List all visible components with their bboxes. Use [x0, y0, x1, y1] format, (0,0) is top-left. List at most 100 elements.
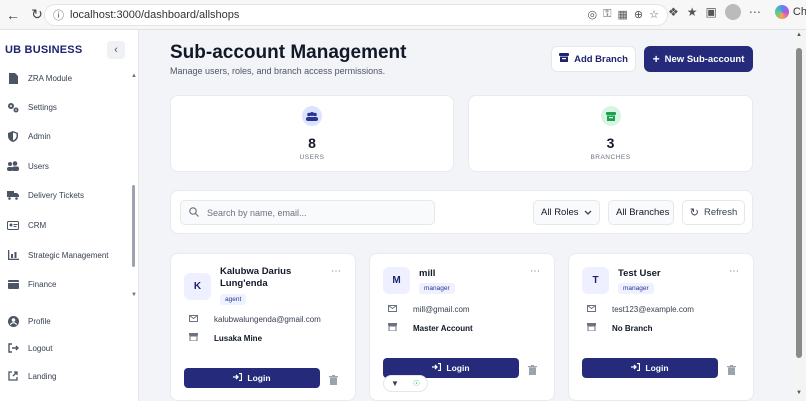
back-icon[interactable]: ← [2, 4, 24, 26]
key-icon[interactable]: ⚿ [603, 8, 611, 21]
browser-toolbar: ← ↻ ⓘ localhost:3000/dashboard/allshops … [0, 0, 806, 30]
sidebar-scrollbar[interactable] [132, 185, 135, 267]
delete-icon[interactable] [329, 372, 338, 390]
sidebar-scroll-up-icon[interactable]: ▲ [131, 73, 137, 79]
sidebar-item-zra-module[interactable]: ZRA Module [0, 68, 130, 88]
branch-row: Master Account [388, 323, 473, 333]
sidebar-item-finance[interactable]: Finance [0, 274, 130, 294]
delete-icon[interactable] [528, 362, 537, 380]
collections-icon[interactable]: ▣ [706, 5, 717, 19]
sidebar: UB BUSINESS ‹ ZRA Module Settings Admin … [0, 30, 139, 401]
page-scrollbar[interactable]: ▲ ▼ [793, 30, 806, 401]
sidebar-item-label: Profile [28, 316, 51, 326]
sidebar-item-label: Strategic Management [28, 250, 109, 260]
sidebar-item-label: Finance [28, 279, 57, 289]
status-icon[interactable]: ☉ [413, 379, 420, 388]
sidebar-item-users[interactable]: Users [0, 156, 130, 176]
favorites-icon[interactable]: ★ [687, 5, 698, 19]
users-icon [7, 160, 19, 172]
users-stat-card: 8 USERS [170, 95, 454, 172]
store-icon [388, 323, 398, 333]
more-options-icon[interactable]: ⋯ [530, 266, 541, 277]
chat-button[interactable]: Chat [774, 5, 806, 19]
chat-label: Chat [792, 6, 806, 18]
external-link-icon [7, 370, 19, 382]
login-icon [432, 362, 442, 373]
refresh-button[interactable]: ↻ Refresh [682, 200, 745, 225]
location-icon[interactable]: ◎ [588, 8, 598, 21]
user-email: test123@example.com [612, 305, 694, 314]
extensions-icon[interactable]: ❖ [668, 5, 679, 19]
role-badge: manager [419, 283, 455, 294]
add-branch-button[interactable]: Add Branch [551, 46, 636, 72]
email-row: kalubwalungenda@gmail.com [189, 315, 321, 324]
site-info-icon[interactable]: ⓘ [53, 7, 64, 23]
login-button[interactable]: Login [184, 368, 320, 388]
role-badge: manager [618, 283, 654, 294]
chevron-down-icon [584, 208, 592, 219]
user-branch: Lusaka Mine [214, 333, 263, 343]
branches-select[interactable]: All Branches [608, 200, 674, 225]
sidebar-item-landing[interactable]: Landing [0, 366, 130, 386]
roles-select-label: All Roles [541, 207, 579, 218]
roles-select[interactable]: All Roles [533, 200, 600, 225]
users-icon [302, 106, 322, 126]
user-name: mill [419, 268, 436, 279]
logout-icon [7, 342, 19, 354]
scroll-up-icon[interactable]: ▲ [796, 32, 802, 38]
more-options-icon[interactable]: ⋯ [729, 266, 740, 277]
new-sub-account-label: New Sub-account [664, 53, 745, 65]
store-icon [559, 53, 570, 65]
store-icon [189, 333, 199, 343]
profile-avatar[interactable] [724, 4, 741, 20]
collapse-sidebar-button[interactable]: ‹ [107, 41, 125, 59]
login-icon [631, 362, 641, 373]
email-row: mill@gmail.com [388, 305, 470, 314]
more-menu-icon[interactable]: ⋯ [749, 5, 761, 19]
delete-icon[interactable] [727, 362, 736, 380]
sidebar-item-label: ZRA Module [28, 73, 73, 83]
sidebar-scroll-down-icon[interactable]: ▼ [131, 292, 137, 298]
page-subtitle: Manage users, roles, and branch access p… [170, 66, 386, 76]
sidebar-item-label: Logout [28, 343, 53, 353]
sidebar-item-label: Admin [28, 131, 51, 141]
brand-logo[interactable]: UB BUSINESS [5, 44, 82, 56]
scroll-down-icon[interactable]: ▼ [796, 390, 802, 396]
search-input[interactable]: Search by name, email... [180, 200, 435, 225]
page-scroll-thumb[interactable] [796, 48, 802, 358]
branches-count: 3 [606, 135, 615, 151]
wallet-icon [7, 278, 19, 290]
star-icon[interactable]: ☆ [649, 8, 659, 21]
users-label: USERS [299, 154, 325, 161]
chart-icon [7, 249, 19, 261]
sidebar-item-delivery-tickets[interactable]: Delivery Tickets [0, 185, 130, 205]
refresh-label: Refresh [703, 207, 738, 218]
zoom-icon[interactable]: ⊕ [634, 8, 643, 21]
address-bar[interactable]: ⓘ localhost:3000/dashboard/allshops ◎ ⚿ … [44, 4, 668, 26]
branch-row: No Branch [587, 323, 652, 333]
add-branch-label: Add Branch [574, 53, 628, 65]
sidebar-item-label: Delivery Tickets [28, 190, 85, 200]
page-title: Sub-account Management [170, 42, 407, 63]
apps-icon[interactable]: ▦ [618, 8, 628, 21]
shield-icon [7, 130, 19, 142]
login-label: Login [247, 373, 271, 383]
sidebar-item-settings[interactable]: Settings [0, 97, 130, 117]
more-options-icon[interactable]: ⋯ [331, 266, 342, 277]
sidebar-item-logout[interactable]: Logout [0, 338, 130, 358]
login-button[interactable]: Login [582, 358, 718, 378]
branch-row: Lusaka Mine [189, 333, 262, 343]
login-icon [233, 372, 243, 383]
sidebar-item-strategic-management[interactable]: Strategic Management [0, 245, 130, 265]
user-name: Kalubwa Darius Lung'enda [220, 266, 292, 289]
role-badge: agent [220, 294, 247, 305]
filter-icon[interactable]: ▼ [391, 379, 399, 388]
sidebar-item-profile[interactable]: Profile [0, 311, 130, 331]
floating-toolbar[interactable]: ▼ ☉ [383, 375, 428, 392]
sidebar-item-crm[interactable]: CRM [0, 215, 130, 235]
sidebar-item-admin[interactable]: Admin [0, 126, 130, 146]
user-email: kalubwalungenda@gmail.com [214, 315, 321, 324]
branches-label: BRANCHES [590, 154, 631, 161]
store-icon [600, 106, 621, 126]
new-sub-account-button[interactable]: + New Sub-account [644, 46, 753, 72]
